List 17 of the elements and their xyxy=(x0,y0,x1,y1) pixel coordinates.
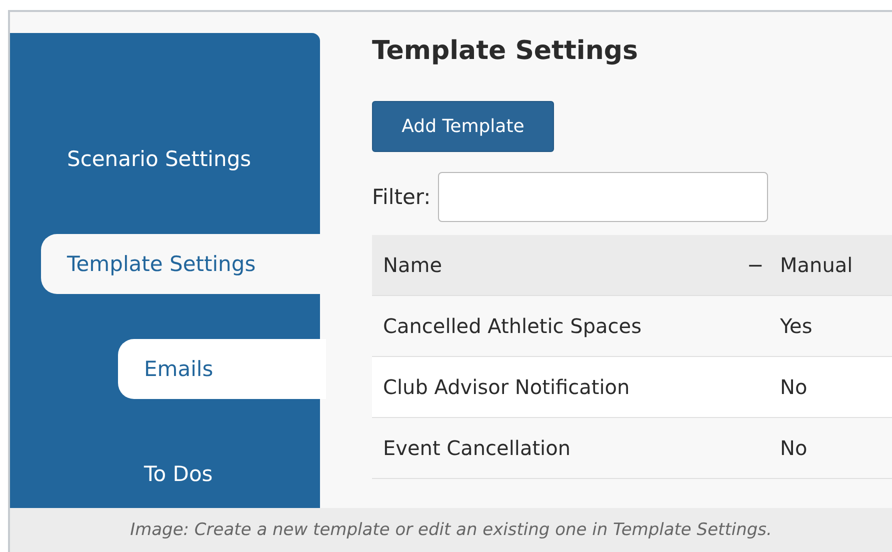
filter-field[interactable] xyxy=(438,172,768,222)
caption: Image: Create a new template or edit an existing one in Template Settings. xyxy=(130,520,772,540)
table-cell-text: Club Advisor Notification xyxy=(382,375,631,399)
sort-icon[interactable]: − xyxy=(747,253,764,277)
filter-label: Filter: xyxy=(372,185,431,209)
table-cell-text: Cancelled Athletic Spaces xyxy=(382,314,642,338)
sidebar-subitem[interactable]: To Dos xyxy=(118,444,326,504)
table-cell-text: No xyxy=(780,436,808,460)
sidebar-subitem[interactable]: Emails xyxy=(118,339,326,399)
add-template-button[interactable]: Add Template xyxy=(372,101,554,152)
page-title: Template Settings xyxy=(372,35,639,68)
column-header[interactable]: Name xyxy=(372,253,747,277)
sidebar-item[interactable]: Scenario Settings xyxy=(41,129,326,189)
table-cell-text: Yes xyxy=(780,314,814,338)
column-header[interactable]: Manual xyxy=(780,253,892,277)
table-cell-text: No xyxy=(780,375,808,399)
table-cell-text: Event Cancellation xyxy=(382,436,572,460)
